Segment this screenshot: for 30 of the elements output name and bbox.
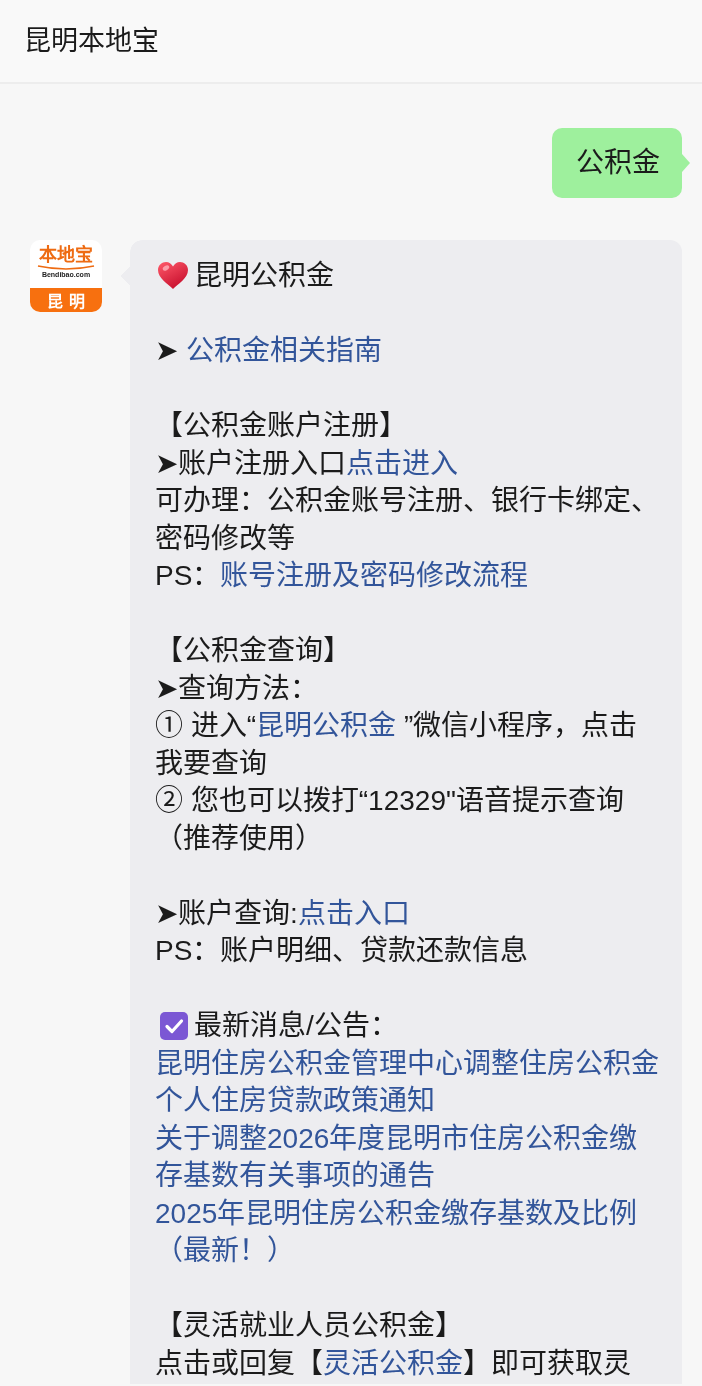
message-line: ➤账户注册入口点击进入 — [155, 446, 459, 481]
message-line: 【公积金查询】 — [155, 634, 352, 668]
message-line: PS：账号注册及密码修改流程 — [155, 559, 530, 593]
news-link[interactable]: 2025年昆明住房公积金缴存基数及比例（最新！） — [155, 1194, 665, 1270]
city-label: 昆明 — [30, 288, 102, 312]
message-line: ① 进入“昆明公积金 ”微信小程序，点击我要查询 — [155, 709, 639, 781]
message-line: PS：账户明细、贷款还款信息 — [155, 934, 530, 968]
message-line: 可办理：公积金账号注册、银行卡绑定、密码修改等 — [155, 484, 660, 556]
link[interactable]: 灵活公积金 — [323, 1347, 463, 1379]
logo-brand: 本地宝 — [39, 246, 93, 265]
message-line: ➤查询方法： — [155, 671, 319, 706]
news-link[interactable]: 昆明住房公积金管理中心调整住房公积金个人住房贷款政策通知 — [155, 1044, 665, 1120]
link[interactable]: 昆明公积金 — [256, 710, 397, 741]
link[interactable]: 公积金相关指南 — [185, 335, 382, 366]
message-heading: 最新消息/公告： — [194, 1009, 398, 1043]
message-line: ➤账户查询:点击入口 — [155, 896, 411, 931]
message-line: 点击或回复【灵活公积金】即可获取灵 — [155, 1346, 632, 1381]
checkmark-icon — [160, 1011, 188, 1040]
chat-title: 昆明本地宝 — [24, 25, 159, 58]
message-line: 【灵活就业人员公积金】 — [155, 1309, 464, 1343]
news-link[interactable]: 关于调整2026年度昆明市住房公积金缴存基数有关事项的通告 — [155, 1119, 665, 1195]
link[interactable]: 账号注册及密码修改流程 — [220, 560, 529, 591]
message-title: 昆明公积金 — [194, 259, 334, 293]
link[interactable]: 点击进入 — [346, 447, 458, 479]
message-line: ➤ 公积金相关指南 — [155, 334, 383, 368]
heart-icon — [158, 262, 188, 290]
message-line: ② 您也可以拨打“12329"语音提示查询（推荐使用） — [155, 784, 625, 856]
link[interactable]: 点击入口 — [297, 897, 410, 929]
message-line: 【公积金账户注册】 — [155, 409, 408, 443]
curve-icon — [37, 265, 95, 270]
